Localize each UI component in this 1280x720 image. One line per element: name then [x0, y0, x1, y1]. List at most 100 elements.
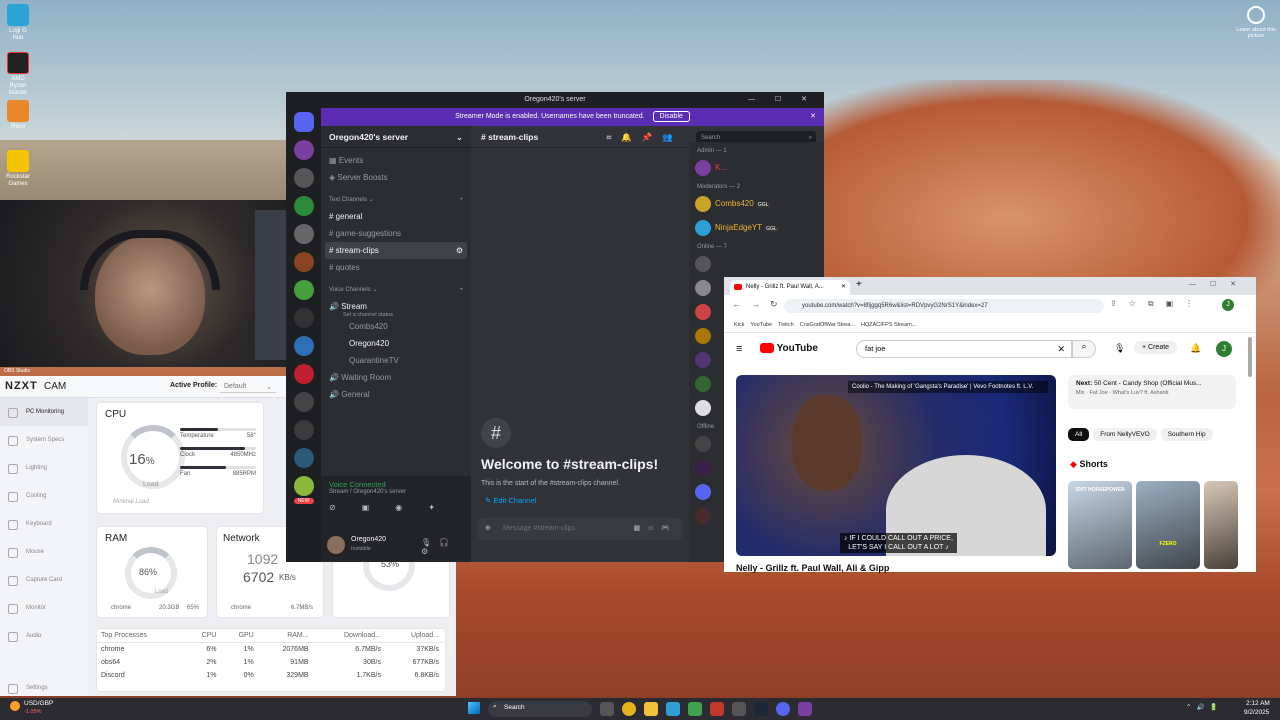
youtube-logo[interactable]: YouTube [760, 343, 818, 354]
server-icon[interactable] [293, 168, 314, 188]
new-tab-button[interactable]: + [856, 279, 862, 290]
server-icon[interactable] [293, 420, 314, 440]
user-controls[interactable]: 🎙🎧⚙ [421, 538, 471, 556]
bell-icon[interactable]: 🔔 [1190, 343, 1201, 354]
server-icon[interactable] [293, 196, 314, 216]
voice-user[interactable]: Combs420 [321, 318, 471, 335]
profile-avatar[interactable]: J [1222, 299, 1234, 311]
voice-channels-category[interactable]: Voice Channels ⌄ + [321, 282, 471, 298]
voice-user[interactable]: QuarantineTV [321, 352, 471, 369]
channel-stream-clips[interactable]: # stream-clips ⚙ [325, 242, 467, 259]
nav-cooling[interactable]: Cooling [0, 482, 88, 510]
windows-start-icon[interactable] [468, 702, 480, 714]
chip[interactable]: Southern Hip [1160, 428, 1213, 441]
yt-search-input[interactable]: fat joe ✕ [856, 340, 1072, 358]
voice-controls[interactable]: ⊘▣◉✦ [321, 495, 471, 520]
member[interactable]: K... [689, 156, 824, 180]
app-icon[interactable] [666, 702, 680, 716]
server-icon[interactable] [293, 280, 314, 300]
nav-mouse[interactable]: Mouse [0, 538, 88, 566]
desktop-icon-revo[interactable]: Revo [4, 100, 32, 144]
bookmark[interactable]: Kick [734, 322, 744, 328]
clock-time[interactable]: 2:12 AM [1246, 700, 1270, 707]
voice-channel-general[interactable]: 🔊 General [321, 386, 471, 403]
url-input[interactable]: youtube.com/watch?v=8fijggq5R6w&list=RDV… [784, 299, 1104, 313]
avatar[interactable] [327, 536, 345, 554]
profile-select[interactable]: Default ⌄ [220, 380, 276, 393]
steam-icon[interactable] [754, 702, 768, 716]
create-button[interactable]: + Create [1134, 341, 1178, 354]
server-name[interactable]: Oregon420's server ⌄ [321, 126, 471, 148]
bookmark[interactable]: Twitch [778, 322, 794, 328]
member[interactable]: Combs420 GGL [689, 192, 824, 216]
tray-icons[interactable]: ⌃🔊🔋 [1186, 703, 1223, 711]
chip[interactable]: From NellyVEVO [1093, 428, 1157, 441]
boosts-item[interactable]: ◈ Server Boosts [321, 169, 471, 186]
server-icon[interactable] [293, 336, 314, 356]
channel-general[interactable]: # general [321, 208, 471, 225]
channel-quotes[interactable]: # quotes [321, 259, 471, 276]
nav-system-specs[interactable]: System Specs [0, 426, 88, 454]
close-icon[interactable]: ✕ [810, 108, 816, 126]
menu-icon[interactable]: ≡ [736, 343, 742, 355]
taskbar-search[interactable]: ⌕ Search [488, 701, 592, 717]
toolbar-icons[interactable]: ⇪☆⧉▣⋮ [1110, 299, 1205, 309]
discord-icon[interactable] [776, 702, 790, 716]
window-controls[interactable]: —☐✕ [1189, 280, 1250, 288]
ticker-label[interactable]: USD/GBP [24, 700, 53, 707]
disable-button[interactable]: Disable [652, 111, 690, 122]
next-up-card[interactable]: Next: 50 Cent - Candy Shop (Official Mus… [1068, 375, 1236, 409]
nav-capture-card[interactable]: Capture Card [0, 566, 88, 594]
table-row[interactable]: obs64 2% 1% 91MB 30B/s 677KB/s [97, 656, 443, 669]
server-icon[interactable] [293, 308, 314, 328]
text-channels-category[interactable]: Text Channels ⌄ + [321, 192, 471, 208]
nav-lighting[interactable]: Lighting [0, 454, 88, 482]
server-icon[interactable] [293, 392, 314, 412]
server-icon[interactable] [293, 476, 314, 496]
nav-monitor[interactable]: Monitor [0, 594, 88, 622]
desktop-icon-amd[interactable]: AMD Ryzen Master [4, 52, 32, 96]
voice-channel-stream[interactable]: 🔊 Stream [321, 298, 471, 315]
discord-home-icon[interactable] [293, 112, 314, 132]
search-icon[interactable]: ⌕ [1072, 340, 1096, 358]
server-icon[interactable] [293, 364, 314, 384]
chrome-icon[interactable] [622, 702, 636, 716]
voice-user[interactable]: Oregon420 [321, 335, 471, 352]
chip[interactable]: All [1068, 428, 1090, 441]
nav-buttons[interactable]: ←→↻ [732, 299, 788, 310]
channel-game-suggestions[interactable]: # game-suggestions [321, 225, 471, 242]
events-item[interactable]: ▦ Events [321, 152, 471, 169]
window-controls[interactable]: — ☐ ✕ [748, 92, 816, 108]
member[interactable] [689, 252, 824, 276]
bookmark[interactable]: HQZACIFPS Stream... [861, 322, 916, 328]
server-icon[interactable] [293, 448, 314, 468]
short-thumbnail[interactable] [1204, 481, 1238, 569]
app-icon[interactable] [710, 702, 724, 716]
video-player[interactable]: Coolio - The Making of 'Gangsta's Paradi… [736, 375, 1056, 556]
voice-connected[interactable]: Voice Connected [321, 476, 471, 489]
learn-about-picture[interactable]: Learn about this picture [1236, 6, 1276, 39]
header-icons[interactable]: ⌗🔔📌👥 [606, 126, 683, 148]
desktop-icon-logi[interactable]: Logi G Hub [4, 4, 32, 48]
explorer-icon[interactable] [644, 702, 658, 716]
table-row[interactable]: chrome 6% 1% 2076MB 6.7MB/s 37KB/s [97, 643, 443, 657]
nzxt-icon[interactable] [798, 702, 812, 716]
xbox-icon[interactable] [688, 702, 702, 716]
short-thumbnail[interactable]: 500T HORSEPOWER [1068, 481, 1132, 569]
member[interactable]: NinjaEdgeYT GGL [689, 216, 824, 240]
app-icon[interactable] [732, 702, 746, 716]
short-thumbnail[interactable]: FZERO [1136, 481, 1200, 569]
mic-icon[interactable]: 🎙 [1114, 343, 1125, 354]
task-view-icon[interactable] [600, 702, 614, 716]
nav-pc-monitoring[interactable]: PC Monitoring [0, 398, 88, 426]
server-icon[interactable] [293, 224, 314, 244]
voice-channel-waiting[interactable]: 🔊 Waiting Room [321, 369, 471, 386]
table-row[interactable]: Discord 1% 0% 329MB 1.7KB/s 6.8KB/s [97, 669, 443, 682]
nav-keyboard[interactable]: Keyboard [0, 510, 88, 538]
bookmark[interactable]: CnsGodOfWar Strea... [800, 322, 855, 328]
scrollbar[interactable] [1248, 337, 1252, 377]
server-icon[interactable] [293, 252, 314, 272]
nav-audio[interactable]: Audio [0, 622, 88, 650]
bookmark[interactable]: YouTube [750, 322, 772, 328]
server-icon[interactable] [293, 140, 314, 160]
